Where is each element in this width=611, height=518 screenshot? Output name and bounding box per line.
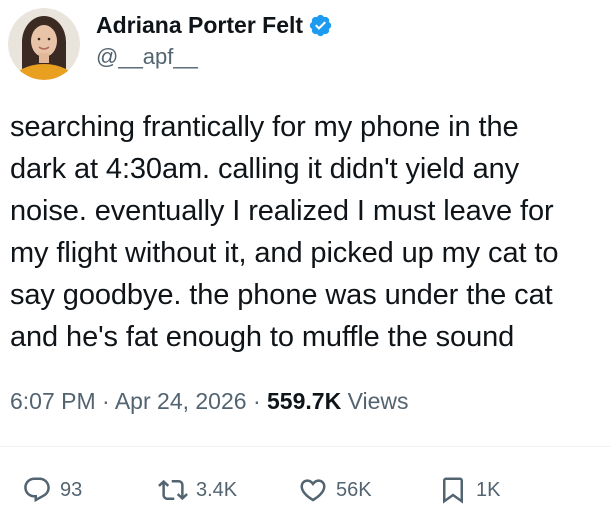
reply-button[interactable]: 93 [22, 470, 82, 510]
verified-badge-icon[interactable] [308, 13, 333, 38]
retweet-count: 3.4K [196, 478, 238, 501]
like-button[interactable]: 56K [298, 470, 372, 510]
tweet-text-line: searching frantically for my phone in th… [10, 111, 519, 143]
bookmark-icon [443, 477, 463, 504]
tweet-meta: 6:07 PM · Apr 24, 2026 · 559.7K Views [10, 386, 409, 416]
tweet-actions: 93 3.4K 56K 1K [0, 470, 611, 510]
tweet-text-line: say goodbye. the phone was under the cat [10, 279, 553, 311]
heart-icon [300, 479, 326, 502]
name-row: Adriana Porter Felt [96, 11, 333, 39]
tweet-text: searching frantically for my phone in th… [10, 106, 602, 358]
author-names: Adriana Porter Felt @__apf__ [96, 11, 333, 71]
tweet-text-line: dark at 4:30am. calling it didn't yield … [10, 153, 520, 185]
views-count: 559.7K [267, 388, 342, 414]
tweet-text-line: noise. eventually I realized I must leav… [10, 195, 554, 227]
tweet-date[interactable]: Apr 24, 2026 [115, 388, 247, 414]
reply-count: 93 [60, 478, 83, 501]
like-count: 56K [336, 478, 372, 501]
retweet-icon [158, 479, 188, 501]
author-display-name[interactable]: Adriana Porter Felt [96, 11, 303, 39]
author-handle[interactable]: @__apf__ [96, 43, 333, 71]
reply-icon [24, 477, 50, 503]
tweet-time[interactable]: 6:07 PM [10, 388, 96, 414]
divider [0, 446, 611, 447]
author-avatar[interactable] [8, 8, 80, 80]
tweet-text-line: and he's fat enough to muffle the sound [10, 321, 515, 353]
bookmark-count: 1K [476, 478, 501, 501]
meta-separator: · [252, 388, 261, 414]
views-label: Views [347, 388, 409, 414]
retweet-button[interactable]: 3.4K [158, 470, 237, 510]
tweet-header: Adriana Porter Felt @__apf__ [8, 8, 333, 80]
bookmark-button[interactable]: 1K [438, 470, 500, 510]
meta-separator: · [102, 388, 110, 414]
tweet-text-line: my flight without it, and picked up my c… [10, 237, 559, 269]
avatar-photo-icon [8, 8, 80, 80]
